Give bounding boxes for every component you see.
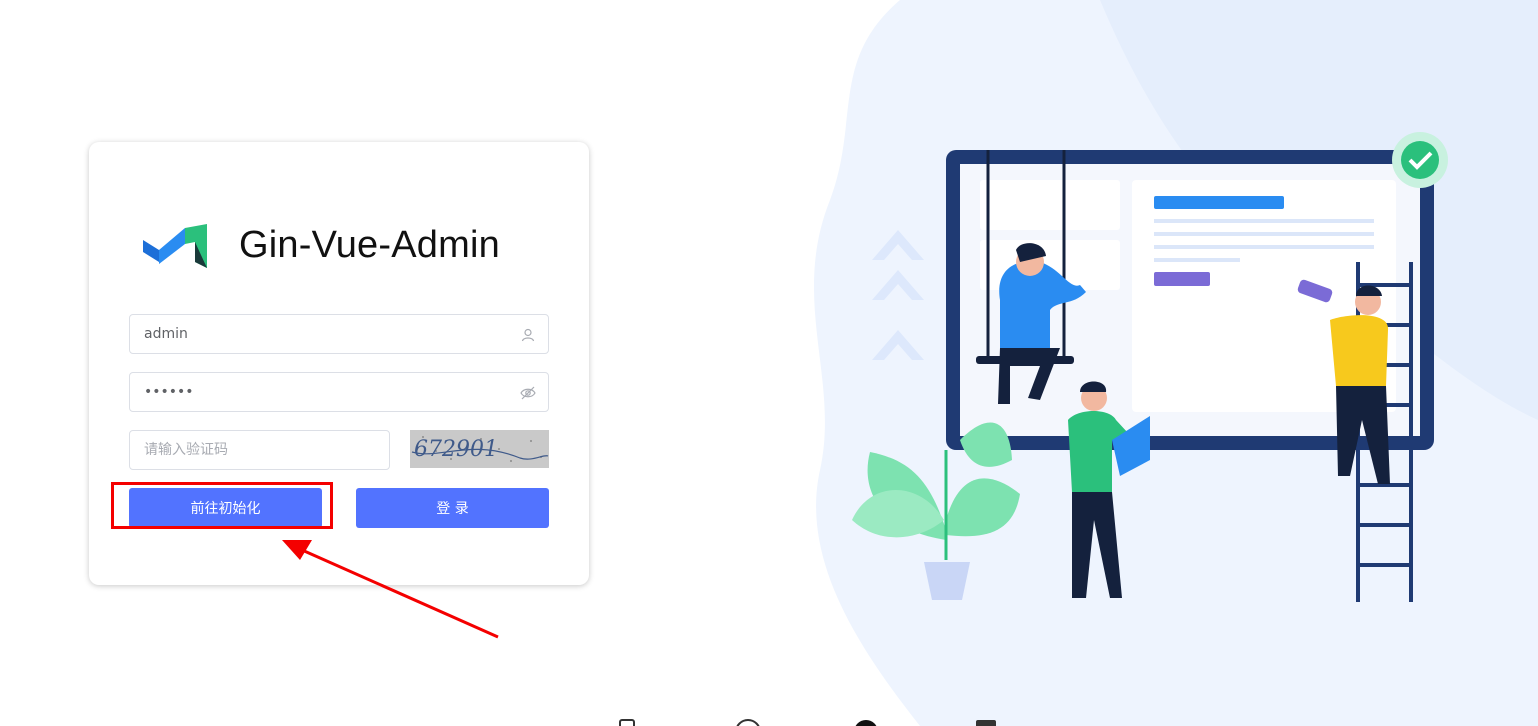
captcha-input[interactable] [130, 431, 389, 469]
document-icon [619, 719, 635, 726]
captcha-field[interactable] [129, 430, 390, 470]
username-field[interactable] [129, 314, 549, 354]
eye-hidden-icon[interactable] [520, 385, 536, 401]
video-icon [976, 720, 996, 726]
captcha-image[interactable]: 672901 [410, 430, 549, 468]
password-field[interactable] [129, 372, 549, 412]
user-icon [521, 328, 535, 342]
username-input[interactable] [130, 315, 548, 353]
init-button[interactable]: 前往初始化 [129, 488, 322, 528]
footer-links [619, 719, 996, 726]
github-icon [855, 720, 877, 726]
brand-title: Gin-Vue-Admin [239, 224, 500, 266]
circle-link-icon [736, 719, 760, 726]
login-button[interactable]: 登 录 [356, 488, 549, 528]
gin-vue-admin-logo-icon [143, 224, 207, 268]
password-input[interactable] [130, 373, 548, 411]
login-card: Gin-Vue-Admin 672901 前往初始化 登 录 [89, 142, 589, 585]
